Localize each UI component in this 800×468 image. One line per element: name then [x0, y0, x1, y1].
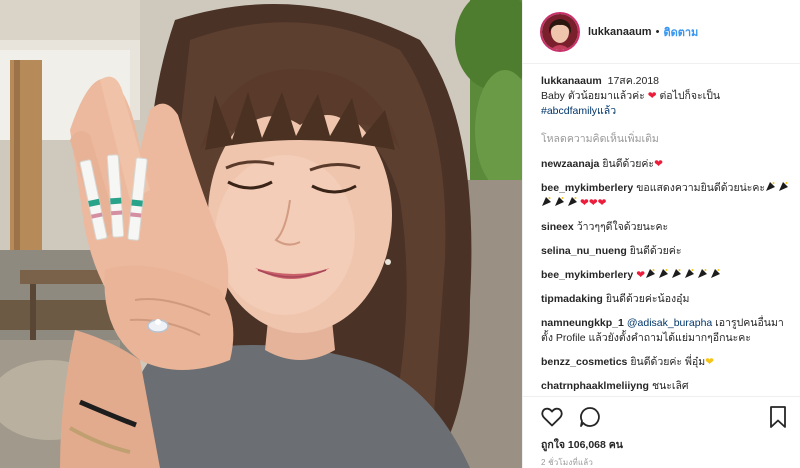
comment-text: ชนะเลิศ — [651, 380, 689, 392]
comment-username[interactable]: bee_mykimberlery — [541, 182, 633, 194]
red-heart-icon: ❤ — [597, 197, 607, 209]
caption-date: 17สค.2018 — [607, 75, 660, 87]
caption-username[interactable]: lukkanaaum — [541, 75, 602, 87]
post-sidebar: lukkanaaum • ติดตาม lukkanaaum 17สค.2018… — [522, 0, 800, 468]
post-actions-bar — [523, 396, 800, 436]
comment-row: bee_mykimberlery ขอแสดงความยินดีด้วยน่ะคะ… — [541, 181, 793, 211]
comment-row: chatrnphaaklmeliiyng ชนะเลิศ — [541, 379, 793, 394]
like-button[interactable] — [540, 405, 564, 429]
comment-bubble-icon — [580, 406, 600, 427]
comment-username[interactable]: tipmadaking — [541, 293, 603, 305]
comment-username[interactable]: bee_mykimberlery — [541, 269, 633, 281]
party-popper-icon — [645, 268, 656, 279]
party-popper-icon — [765, 181, 776, 192]
red-heart-icon: ❤ — [588, 197, 598, 209]
comment-username[interactable]: chatrnphaaklmeliiyng — [541, 380, 649, 392]
red-heart-icon: ❤ — [636, 269, 646, 281]
comment-row: bee_mykimberlery ❤ — [541, 268, 793, 283]
comment-row: namneungkkp_1 @adisak_burapha เอารูปคนอื่… — [541, 316, 793, 346]
comment-text: ว้าวๆๆดีใจด้วยนะคะ — [576, 221, 669, 233]
yellow-heart-icon: ❤ — [705, 356, 714, 368]
comment-text: ขอแสดงความยินดีด้วยน่ะคะ — [636, 182, 766, 194]
comment-button[interactable] — [578, 405, 602, 429]
comment-text: ยินดีด้วยค่ะ — [629, 245, 682, 257]
save-button[interactable] — [767, 405, 789, 429]
bookmark-icon — [770, 406, 786, 428]
comments-list[interactable]: lukkanaaum 17สค.2018 Baby ตัวน้อยมาแล้วค… — [541, 74, 793, 396]
post-timestamp: 2 ชั่วโมงที่แล้ว — [541, 458, 594, 467]
comment-mention[interactable]: @adisak_burapha — [627, 317, 712, 329]
party-popper-icon — [658, 268, 669, 279]
post-caption: lukkanaaum 17สค.2018 Baby ตัวน้อยมาแล้วค… — [541, 74, 793, 119]
caption-text-continued: ต่อไปก็จะเป็น — [659, 90, 721, 102]
red-heart-icon: ❤ — [654, 158, 663, 170]
load-more-comments-link[interactable]: โหลดความคิดเห็นเพิ่มเติม — [541, 132, 793, 147]
party-popper-icon — [671, 268, 682, 279]
comment-row: selina_nu_nueng ยินดีด้วยค่ะ — [541, 244, 793, 259]
avatar-image — [542, 13, 578, 50]
heart-outline-icon — [541, 407, 563, 426]
post-photo[interactable] — [0, 0, 522, 468]
party-popper-icon — [567, 196, 578, 207]
caption-hashtag[interactable]: #abcdfamilyแล้ว — [541, 105, 616, 117]
comment-username[interactable]: selina_nu_nueng — [541, 245, 627, 257]
comment-row: benzz_cosmetics ยินดีด้วยค่ะ พี่อุ๋ม❤ — [541, 355, 793, 370]
header-separator: • — [655, 25, 660, 38]
post-author-username[interactable]: lukkanaaum — [588, 26, 652, 38]
comment-username[interactable]: newzaanaja — [541, 158, 599, 170]
post-header: lukkanaaum • ติดตาม — [523, 0, 800, 64]
party-popper-icon — [541, 196, 552, 207]
likes-count[interactable]: ถูกใจ 106,068 คน — [541, 436, 623, 453]
comment-text: ยินดีด้วยค่ะ — [602, 158, 655, 170]
caption-text: Baby ตัวน้อยมาแล้วค่ะ — [541, 90, 645, 102]
comment-row: tipmadaking ยินดีด้วยค่ะน้องอุ๋ม — [541, 292, 793, 307]
red-heart-icon: ❤ — [580, 197, 589, 209]
comment-container: newzaanaja ยินดีด้วยค่ะ❤ bee_mykimberlery ข… — [541, 157, 793, 396]
comment-username[interactable]: benzz_cosmetics — [541, 356, 627, 368]
party-popper-icon — [554, 196, 565, 207]
comment-username[interactable]: namneungkkp_1 — [541, 317, 624, 329]
avatar[interactable] — [540, 11, 580, 52]
comment-text: ยินดีด้วยค่ะน้องอุ๋ม — [605, 293, 690, 305]
party-popper-icon — [697, 268, 708, 279]
comment-row: newzaanaja ยินดีด้วยค่ะ❤ — [541, 157, 793, 172]
red-heart-icon: ❤ — [647, 90, 657, 102]
party-popper-icon — [684, 268, 695, 279]
comment-text: ยินดีด้วยค่ะ พี่อุ๋ม — [630, 356, 706, 368]
party-popper-icon — [778, 181, 789, 192]
comment-username[interactable]: sineex — [541, 221, 574, 233]
party-popper-icon — [710, 268, 721, 279]
follow-button[interactable]: ติดตาม — [663, 23, 698, 41]
post-photo-illustration — [0, 0, 522, 468]
comment-row: sineex ว้าวๆๆดีใจด้วยนะคะ — [541, 220, 793, 235]
